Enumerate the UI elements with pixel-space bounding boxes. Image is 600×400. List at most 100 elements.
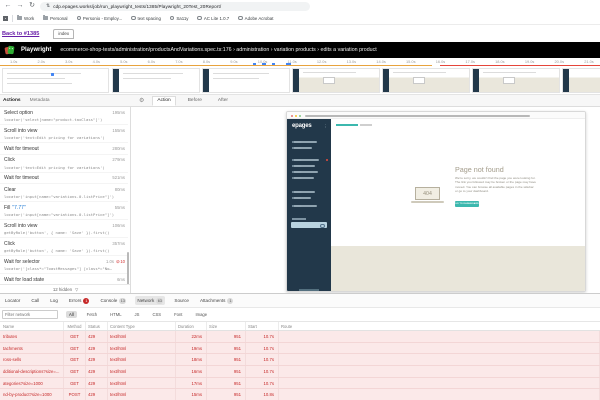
bookmark-text-spacing[interactable]: text spacing <box>131 16 161 21</box>
reload-icon[interactable]: ↻ <box>28 0 36 12</box>
tab-after[interactable]: After <box>214 97 232 105</box>
back-icon[interactable]: ← <box>4 0 12 12</box>
filmstrip-thumbnail[interactable] <box>112 68 200 93</box>
tab-log[interactable]: Log <box>48 297 60 305</box>
hidden-actions-note[interactable]: 12 hidden ▽ <box>0 284 131 293</box>
filmstrip-thumbnail[interactable] <box>472 68 560 93</box>
network-request-row[interactable]: nd-by-product?size=1000 POST 429 text/ht… <box>0 389 600 400</box>
network-filter-row: All Fetch HTML JS CSS Font Image <box>0 308 600 322</box>
action-name: Click <box>4 157 15 163</box>
filter-chip-fetch[interactable]: Fetch <box>84 311 100 318</box>
request-route <box>279 343 600 354</box>
action-row[interactable]: Click 357ms getByRole('button', { name: … <box>0 238 128 256</box>
url-text: cdp.epages.works/job/run_playwright_test… <box>53 4 221 9</box>
tab-call[interactable]: Call <box>29 297 41 305</box>
request-method: GET <box>64 343 86 354</box>
bookmark-work[interactable]: Work <box>17 16 34 21</box>
request-content-type: text/html <box>108 389 176 400</box>
snapshot-pane[interactable]: epages ⋮ <box>132 107 600 293</box>
index-tab[interactable]: index <box>53 29 74 39</box>
sidebar-item-placeholder <box>292 191 311 193</box>
page-not-found-heading: Page not found <box>455 165 504 174</box>
tab-action[interactable]: Action <box>152 96 175 106</box>
action-row[interactable]: Click 279ms locator('text=Edit pricing f… <box>0 155 128 173</box>
globe-icon <box>238 16 242 20</box>
request-name: nd-by-product?size=1000 <box>0 389 64 400</box>
address-bar[interactable]: ⇅ cdp.epages.works/job/run_playwright_te… <box>40 2 310 11</box>
filmstrip[interactable] <box>0 66 600 95</box>
request-start: 10.7s <box>246 343 279 354</box>
request-size: 951 <box>207 331 246 342</box>
tab-network[interactable]: Network63 <box>135 296 165 305</box>
action-name: Click <box>4 241 15 247</box>
window-minimize-dot <box>295 115 297 117</box>
report-nav-row: Back to #1385 index <box>0 25 600 42</box>
sidebar-footer-text <box>299 289 319 291</box>
filmstrip-thumbnail[interactable] <box>382 68 470 93</box>
action-row[interactable]: Fill "7.77" 55ms locator('input[name="va… <box>0 202 128 220</box>
tab-locator[interactable]: Locator <box>3 297 22 305</box>
action-duration: 521ms <box>112 175 125 180</box>
tab-attachments[interactable]: Attachments1 <box>198 296 236 305</box>
filter-chip-js[interactable]: JS <box>132 311 143 318</box>
back-to-build-link[interactable]: Back to #1385 <box>2 31 39 37</box>
bookmark-personio[interactable]: Personio - Employ... <box>77 16 123 21</box>
page-not-found-body: We're sorry, we couldn't find the page y… <box>455 176 537 193</box>
request-duration: 22ms <box>176 331 207 342</box>
action-locator: getByRole('button', { name: 'Save' }).fi… <box>4 248 125 253</box>
tab-source[interactable]: Source <box>172 297 191 305</box>
filter-chip-all[interactable]: All <box>66 311 77 318</box>
action-row[interactable]: Clear 80ms locator('input[name="variatio… <box>0 184 128 202</box>
timeline-tick: 6.0s <box>148 59 155 64</box>
request-content-type: text/html <box>108 354 176 365</box>
tab-errors[interactable]: Errors1 <box>67 296 92 305</box>
network-request-row[interactable]: tributes GET 429 text/html 22ms 951 10.7… <box>0 331 600 343</box>
request-size: 951 <box>207 354 246 365</box>
filter-chip-font[interactable]: Font <box>171 311 185 318</box>
bookmark-adobe-acrobat[interactable]: Adobe Acrobat <box>238 16 273 21</box>
request-start: 10.7s <box>246 366 279 377</box>
filter-chip-css[interactable]: CSS <box>149 311 164 318</box>
network-table-body: tributes GET 429 text/html 22ms 951 10.7… <box>0 331 600 400</box>
bookmark-personal[interactable]: Personal <box>43 16 67 21</box>
action-row[interactable]: Wait for timeout 280ms <box>0 143 128 155</box>
page-snapshot[interactable]: epages ⋮ <box>286 111 586 292</box>
site-info-icon[interactable]: ⇅ <box>46 3 50 9</box>
network-request-row[interactable]: tachments GET 429 text/html 19ms 951 10.… <box>0 343 600 355</box>
tab-before[interactable]: Before <box>184 97 206 105</box>
gear-icon[interactable]: ⚙ <box>139 97 144 104</box>
filter-chip-image[interactable]: Image <box>192 311 210 318</box>
action-row[interactable]: Scroll into view 155ms locator('text=Edi… <box>0 125 128 143</box>
filmstrip-thumbnail[interactable] <box>2 68 109 93</box>
tab-metadata[interactable]: Metadata <box>30 98 50 103</box>
bookmark-ac-lite[interactable]: AC Lite 1.0.7 <box>197 16 229 21</box>
filmstrip-thumbnail[interactable] <box>202 68 290 93</box>
filmstrip-thumbnail[interactable] <box>562 68 600 93</box>
filter-chip-html[interactable]: HTML <box>107 311 124 318</box>
action-row[interactable]: Scroll into view 106ms getByRole('button… <box>0 220 128 238</box>
tab-console[interactable]: Console13 <box>98 296 128 305</box>
request-route <box>279 378 600 389</box>
action-row[interactable]: Wait for selector 1.0s 10 locator('[clas… <box>0 256 128 274</box>
bottom-tabs: Locator Call Log Errors1 Console13 Netwo… <box>0 294 600 308</box>
actions-scrollbar[interactable] <box>127 252 130 285</box>
forward-icon[interactable]: → <box>16 0 24 12</box>
network-request-row[interactable]: ategories?size=1000 GET 429 text/html 17… <box>0 378 600 390</box>
tab-actions[interactable]: Actions <box>3 98 21 103</box>
action-locator: locator('input[name="variations.0.listPr… <box>4 212 125 217</box>
apps-grid-icon[interactable] <box>3 16 8 21</box>
action-list: Select option 195ms locator('select[name… <box>0 107 128 285</box>
network-filter-input[interactable] <box>2 310 58 319</box>
request-start: 10.7s <box>246 354 279 365</box>
action-name: Wait for load state <box>4 277 44 283</box>
action-duration: 106ms <box>112 223 125 228</box>
error-404-graphic: 404 <box>415 187 440 200</box>
action-row[interactable]: Wait for timeout 521ms <box>0 173 128 185</box>
bookmark-sa11y[interactable]: Sa11y <box>170 16 189 21</box>
action-row[interactable]: Select option 195ms locator('select[name… <box>0 107 128 125</box>
filmstrip-thumbnail[interactable] <box>292 68 380 93</box>
go-to-dashboard-button[interactable]: GO TO DASHBOARD <box>455 201 479 207</box>
network-request-row[interactable]: dditional-descriptions?size=... GET 429 … <box>0 366 600 378</box>
action-duration: 6ms <box>117 277 125 282</box>
network-request-row[interactable]: ross-sells GET 429 text/html 18ms 951 10… <box>0 354 600 366</box>
